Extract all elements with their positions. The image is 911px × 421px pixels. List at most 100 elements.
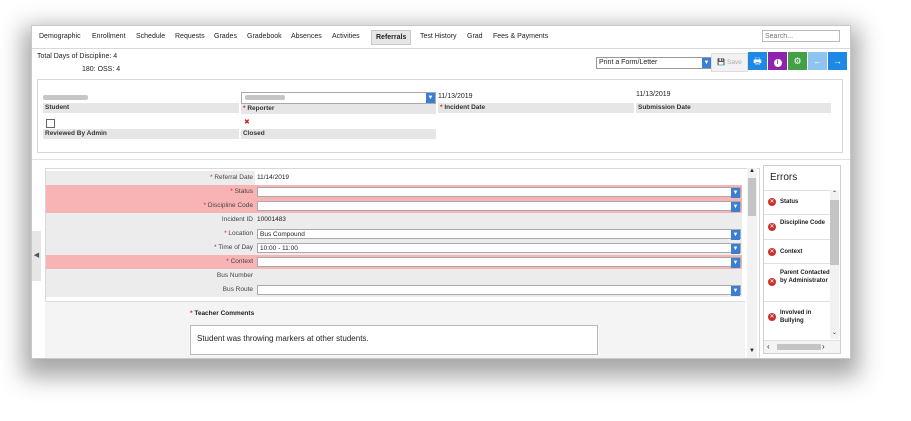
printer-icon: 🖶: [753, 56, 762, 66]
chevron-left-icon[interactable]: ‹: [767, 342, 770, 351]
student-value: [43, 91, 239, 103]
form-scrollbar-thumb[interactable]: [748, 178, 756, 216]
reporter-label-row: * Reporter: [241, 104, 436, 114]
tab-requests[interactable]: Requests: [175, 33, 205, 40]
teacher-comments-label: Teacher Comments: [194, 310, 255, 317]
tab-schedule[interactable]: Schedule: [136, 33, 165, 40]
arrow-left-icon: ←: [813, 56, 822, 66]
error-item[interactable]: ✕ Context: [764, 239, 830, 264]
collapse-left-button[interactable]: ◀: [32, 231, 41, 281]
form-scrollbar[interactable]: ▲ ▼: [747, 168, 757, 358]
status-label-cell: * Status: [46, 185, 255, 199]
location-select[interactable]: Bus Compound ▼: [257, 229, 741, 240]
closed-value-row: ✖: [241, 117, 436, 129]
closed-cell: ✖ Closed: [241, 117, 436, 139]
student-name-redacted: [43, 95, 88, 100]
time-of-day-label-cell: * Time of Day: [46, 241, 255, 255]
status-value-cell: ▼: [255, 185, 742, 199]
settings-button[interactable]: ⚙: [788, 52, 807, 70]
errors-scrollbar[interactable]: ⌃ ⌄: [830, 190, 839, 339]
error-item[interactable]: ✕ Involved in Bullying: [764, 301, 830, 340]
save-button[interactable]: 💾 Save: [711, 53, 748, 72]
incident-date-value[interactable]: 11/13/2019: [438, 91, 634, 103]
floppy-icon: 💾: [717, 59, 726, 66]
context-select[interactable]: ▼: [257, 257, 741, 268]
tab-enrollment[interactable]: Enrollment: [92, 33, 125, 40]
incident-id-label: Incident ID: [46, 213, 255, 227]
reporter-select[interactable]: ▼: [241, 92, 436, 104]
chevron-down-icon[interactable]: ⌄: [832, 329, 837, 336]
tab-grades[interactable]: Grades: [214, 33, 237, 40]
chevron-down-icon: ▼: [731, 230, 740, 240]
total-days-discipline: Total Days of Discipline: 4: [37, 53, 118, 60]
tab-gradebook[interactable]: Gradebook: [247, 33, 282, 40]
error-icon: ✕: [768, 313, 776, 321]
chevron-right-icon[interactable]: ›: [822, 342, 825, 351]
error-item[interactable]: ✕ Parent Contacted by Administrator: [764, 263, 830, 302]
tab-test-history[interactable]: Test History: [420, 33, 457, 40]
teacher-comments-textarea[interactable]: Student was throwing markers at other st…: [190, 325, 598, 355]
errors-scrollbar-thumb[interactable]: [830, 200, 839, 265]
tab-activities[interactable]: Activities: [332, 33, 360, 40]
submission-date-label: Submission Date: [636, 103, 831, 113]
error-text: Parent Contacted by Administrator: [780, 270, 830, 284]
error-text: Status: [780, 199, 799, 205]
discipline-code-label: Discipline Code: [207, 202, 253, 209]
info-icon: i: [773, 59, 782, 67]
location-label-cell: * Location: [46, 227, 255, 241]
referral-header: Student ▼ * Reporter 11/13/2019 * Incide…: [37, 79, 843, 153]
bus-number-value-cell[interactable]: [255, 269, 742, 283]
referral-date-value[interactable]: 11/14/2019: [257, 171, 289, 185]
reporter-cell: ▼ * Reporter: [241, 91, 436, 114]
location-value: Bus Compound: [260, 231, 305, 238]
referral-date-label-cell: * Referral Date: [46, 171, 255, 185]
arrow-right-icon: →: [833, 56, 842, 66]
reviewed-by-admin-checkbox[interactable]: [46, 119, 55, 128]
scroll-up-icon[interactable]: ▲: [749, 168, 755, 174]
print-form-select[interactable]: Print a Form/Letter ▼: [596, 57, 712, 69]
context-label: Context: [230, 258, 253, 265]
chevron-down-icon: ▼: [731, 244, 740, 254]
error-item[interactable]: ✕ Discipline Code: [764, 214, 830, 240]
submission-date-cell: 11/13/2019 Submission Date: [636, 89, 831, 113]
tab-absences[interactable]: Absences: [291, 33, 322, 40]
reviewed-by-admin-label: Reviewed By Admin: [43, 129, 239, 139]
scroll-down-icon[interactable]: ▼: [749, 348, 755, 354]
reviewed-value-row: [43, 117, 239, 129]
status-label: Status: [234, 188, 253, 195]
tab-fees-payments[interactable]: Fees & Payments: [493, 33, 548, 40]
student-cell: Student: [43, 91, 239, 113]
discipline-code-select[interactable]: ▼: [257, 201, 741, 212]
tab-referrals[interactable]: Referrals: [371, 30, 412, 45]
reporter-label: Reporter: [247, 105, 275, 112]
error-text: Context: [780, 249, 803, 255]
time-of-day-value: 10:00 - 11:00: [260, 245, 298, 252]
errors-title: Errors: [770, 172, 798, 183]
error-item[interactable]: ✕ Status: [764, 190, 830, 215]
teacher-comments-label-row: * Teacher Comments: [190, 310, 254, 317]
errors-panel: Errors ✕ Status ✕ Discipline Code ✕ Cont…: [763, 165, 841, 354]
submission-date-value: 11/13/2019: [636, 89, 831, 101]
info-button[interactable]: i: [768, 52, 787, 70]
next-button[interactable]: →: [828, 52, 847, 70]
error-text: Involved in Bullying: [780, 310, 812, 324]
referral-date-label: Referral Date: [214, 174, 253, 181]
chevron-up-icon[interactable]: ⌃: [832, 190, 837, 197]
discipline-code-value-cell: ▼: [255, 199, 742, 213]
previous-button[interactable]: ←: [808, 52, 827, 70]
tab-demographic[interactable]: Demographic: [39, 33, 81, 40]
chevron-down-icon: ▼: [702, 58, 711, 68]
reporter-name-redacted: [245, 95, 285, 100]
errors-horizontal-scrollbar[interactable]: ‹ ›: [764, 340, 840, 353]
oss-days: 180: OSS: 4: [82, 66, 121, 73]
errors-hscroll-thumb[interactable]: [777, 344, 821, 350]
search-input[interactable]: [762, 30, 840, 42]
status-select[interactable]: ▼: [257, 187, 741, 198]
bus-route-select[interactable]: ▼: [257, 285, 741, 296]
time-of-day-select[interactable]: 10:00 - 11:00 ▼: [257, 243, 741, 254]
closed-x-icon[interactable]: ✖: [244, 119, 250, 126]
error-icon: ✕: [768, 223, 776, 231]
referral-date-value-cell: 11/14/2019: [255, 171, 742, 185]
tab-grad[interactable]: Grad: [467, 33, 483, 40]
print-button[interactable]: 🖶: [748, 52, 767, 70]
